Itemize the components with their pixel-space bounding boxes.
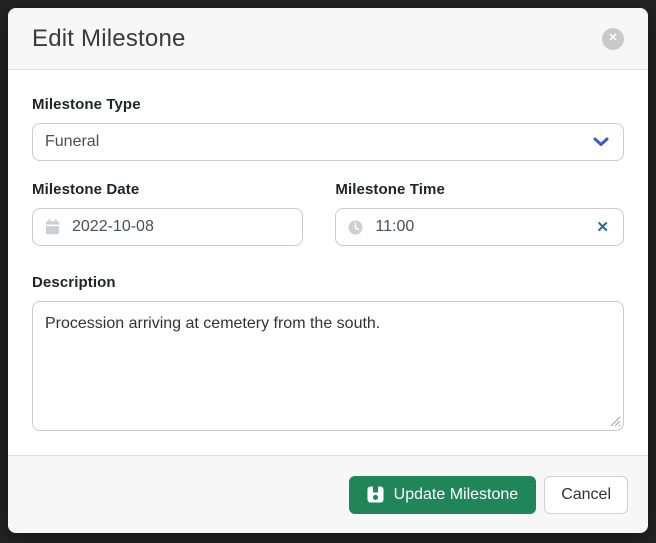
modal-backdrop: Edit Milestone ✕ Milestone Type Funeral … [0,0,656,543]
cancel-label: Cancel [561,486,611,503]
save-icon [367,486,384,503]
milestone-type-label: Milestone Type [32,96,624,113]
update-milestone-label: Update Milestone [394,486,519,504]
clear-time-icon: ✕ [596,219,609,236]
milestone-time-label: Milestone Time [335,181,624,198]
calendar-icon [45,219,60,235]
description-label: Description [32,274,624,291]
milestone-time-input[interactable] [375,218,582,236]
date-time-row: Milestone Date [32,181,624,246]
milestone-date-label: Milestone Date [32,181,303,198]
modal-body: Milestone Type Funeral Milestone Date [8,70,648,455]
clear-time-button[interactable]: ✕ [594,220,611,235]
cancel-button[interactable]: Cancel [544,476,628,514]
edit-milestone-modal: Edit Milestone ✕ Milestone Type Funeral … [8,8,648,533]
clock-icon [348,220,363,235]
close-button[interactable]: ✕ [602,28,624,50]
description-field: Procession arriving at cemetery from the… [32,301,624,431]
milestone-type-select[interactable]: Funeral [32,123,624,161]
modal-header: Edit Milestone ✕ [8,8,648,70]
milestone-type-value: Funeral [45,133,99,151]
update-milestone-button[interactable]: Update Milestone [349,476,537,514]
modal-footer: Update Milestone Cancel [8,455,648,533]
modal-title: Edit Milestone [32,25,186,53]
milestone-date-field[interactable] [32,208,303,246]
milestone-time-group: Milestone Time ✕ [335,181,624,246]
chevron-down-icon [593,137,609,147]
milestone-time-field[interactable]: ✕ [335,208,624,246]
close-icon: ✕ [608,33,617,44]
description-textarea[interactable]: Procession arriving at cemetery from the… [32,301,624,431]
milestone-date-group: Milestone Date [32,181,303,246]
milestone-date-input[interactable] [72,218,290,236]
